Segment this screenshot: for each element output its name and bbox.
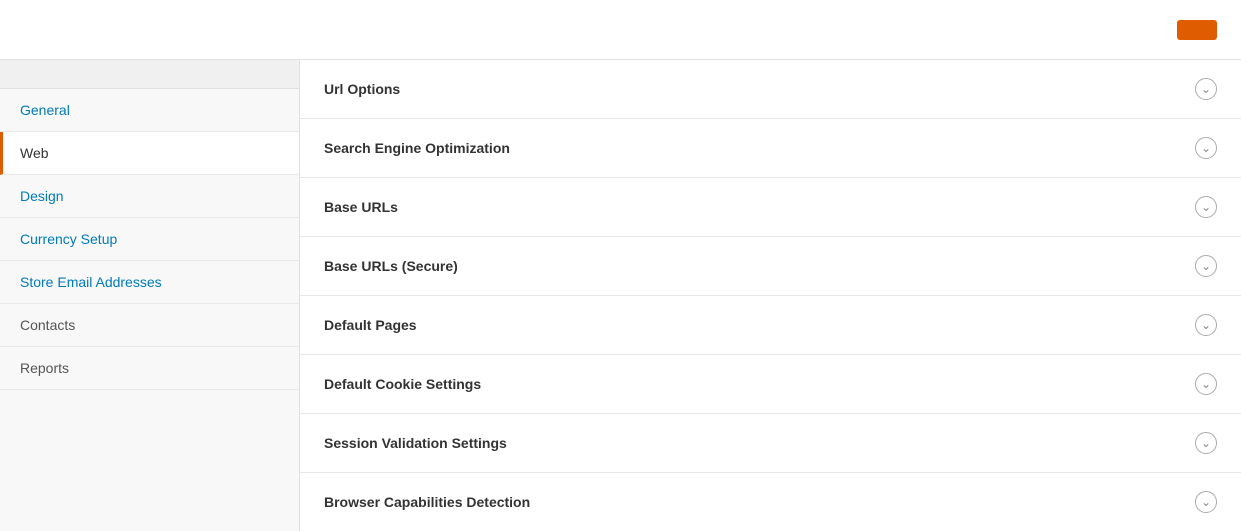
accordion-label-session-validation: Session Validation Settings <box>324 435 507 451</box>
save-config-button[interactable] <box>1177 20 1217 40</box>
sidebar-link-reports[interactable]: Reports <box>0 347 299 389</box>
accordion-row-session-validation[interactable]: Session Validation Settings ⌄ <box>300 414 1241 473</box>
sidebar-section-general[interactable] <box>0 60 299 89</box>
sidebar-item-design[interactable]: Design <box>0 175 299 218</box>
accordion-row-browser-capabilities[interactable]: Browser Capabilities Detection ⌄ <box>300 473 1241 531</box>
sidebar-nav-list: GeneralWebDesignCurrency SetupStore Emai… <box>0 89 299 390</box>
sidebar-link-contacts[interactable]: Contacts <box>0 304 299 346</box>
accordion-row-default-pages[interactable]: Default Pages ⌄ <box>300 296 1241 355</box>
accordion-chevron-seo: ⌄ <box>1195 137 1217 159</box>
accordion-label-seo: Search Engine Optimization <box>324 140 510 156</box>
accordion-label-default-pages: Default Pages <box>324 317 417 333</box>
accordion-row-base-urls-secure[interactable]: Base URLs (Secure) ⌄ <box>300 237 1241 296</box>
accordion-chevron-default-pages: ⌄ <box>1195 314 1217 336</box>
accordion-chevron-browser-capabilities: ⌄ <box>1195 491 1217 513</box>
accordion-chevron-url-options: ⌄ <box>1195 78 1217 100</box>
sidebar-item-web[interactable]: Web <box>0 132 299 175</box>
sidebar-item-currency-setup[interactable]: Currency Setup <box>0 218 299 261</box>
sidebar-item-reports[interactable]: Reports <box>0 347 299 390</box>
accordion-label-base-urls-secure: Base URLs (Secure) <box>324 258 458 274</box>
accordion-chevron-default-cookie-settings: ⌄ <box>1195 373 1217 395</box>
accordion-chevron-base-urls: ⌄ <box>1195 196 1217 218</box>
accordion-row-base-urls[interactable]: Base URLs ⌄ <box>300 178 1241 237</box>
accordion-chevron-base-urls-secure: ⌄ <box>1195 255 1217 277</box>
accordion-label-browser-capabilities: Browser Capabilities Detection <box>324 494 530 510</box>
sidebar-link-store-email-addresses[interactable]: Store Email Addresses <box>0 261 299 303</box>
accordion-chevron-session-validation: ⌄ <box>1195 432 1217 454</box>
sidebar-link-general[interactable]: General <box>0 89 299 131</box>
accordion-row-default-cookie-settings[interactable]: Default Cookie Settings ⌄ <box>300 355 1241 414</box>
page-header <box>0 0 1241 60</box>
accordion-label-default-cookie-settings: Default Cookie Settings <box>324 376 481 392</box>
accordion-row-seo[interactable]: Search Engine Optimization ⌄ <box>300 119 1241 178</box>
sidebar-link-design[interactable]: Design <box>0 175 299 217</box>
sidebar-link-web[interactable]: Web <box>3 132 299 174</box>
sidebar-link-currency-setup[interactable]: Currency Setup <box>0 218 299 260</box>
sidebar-item-contacts[interactable]: Contacts <box>0 304 299 347</box>
accordion-label-base-urls: Base URLs <box>324 199 398 215</box>
sidebar: GeneralWebDesignCurrency SetupStore Emai… <box>0 60 300 531</box>
accordion-list: Url Options⌄Search Engine Optimization⌄B… <box>300 60 1241 531</box>
accordion-row-url-options[interactable]: Url Options ⌄ <box>300 60 1241 119</box>
main-layout: GeneralWebDesignCurrency SetupStore Emai… <box>0 60 1241 531</box>
sidebar-item-general[interactable]: General <box>0 89 299 132</box>
accordion-label-url-options: Url Options <box>324 81 400 97</box>
sidebar-item-store-email-addresses[interactable]: Store Email Addresses <box>0 261 299 304</box>
content-area: Url Options⌄Search Engine Optimization⌄B… <box>300 60 1241 531</box>
